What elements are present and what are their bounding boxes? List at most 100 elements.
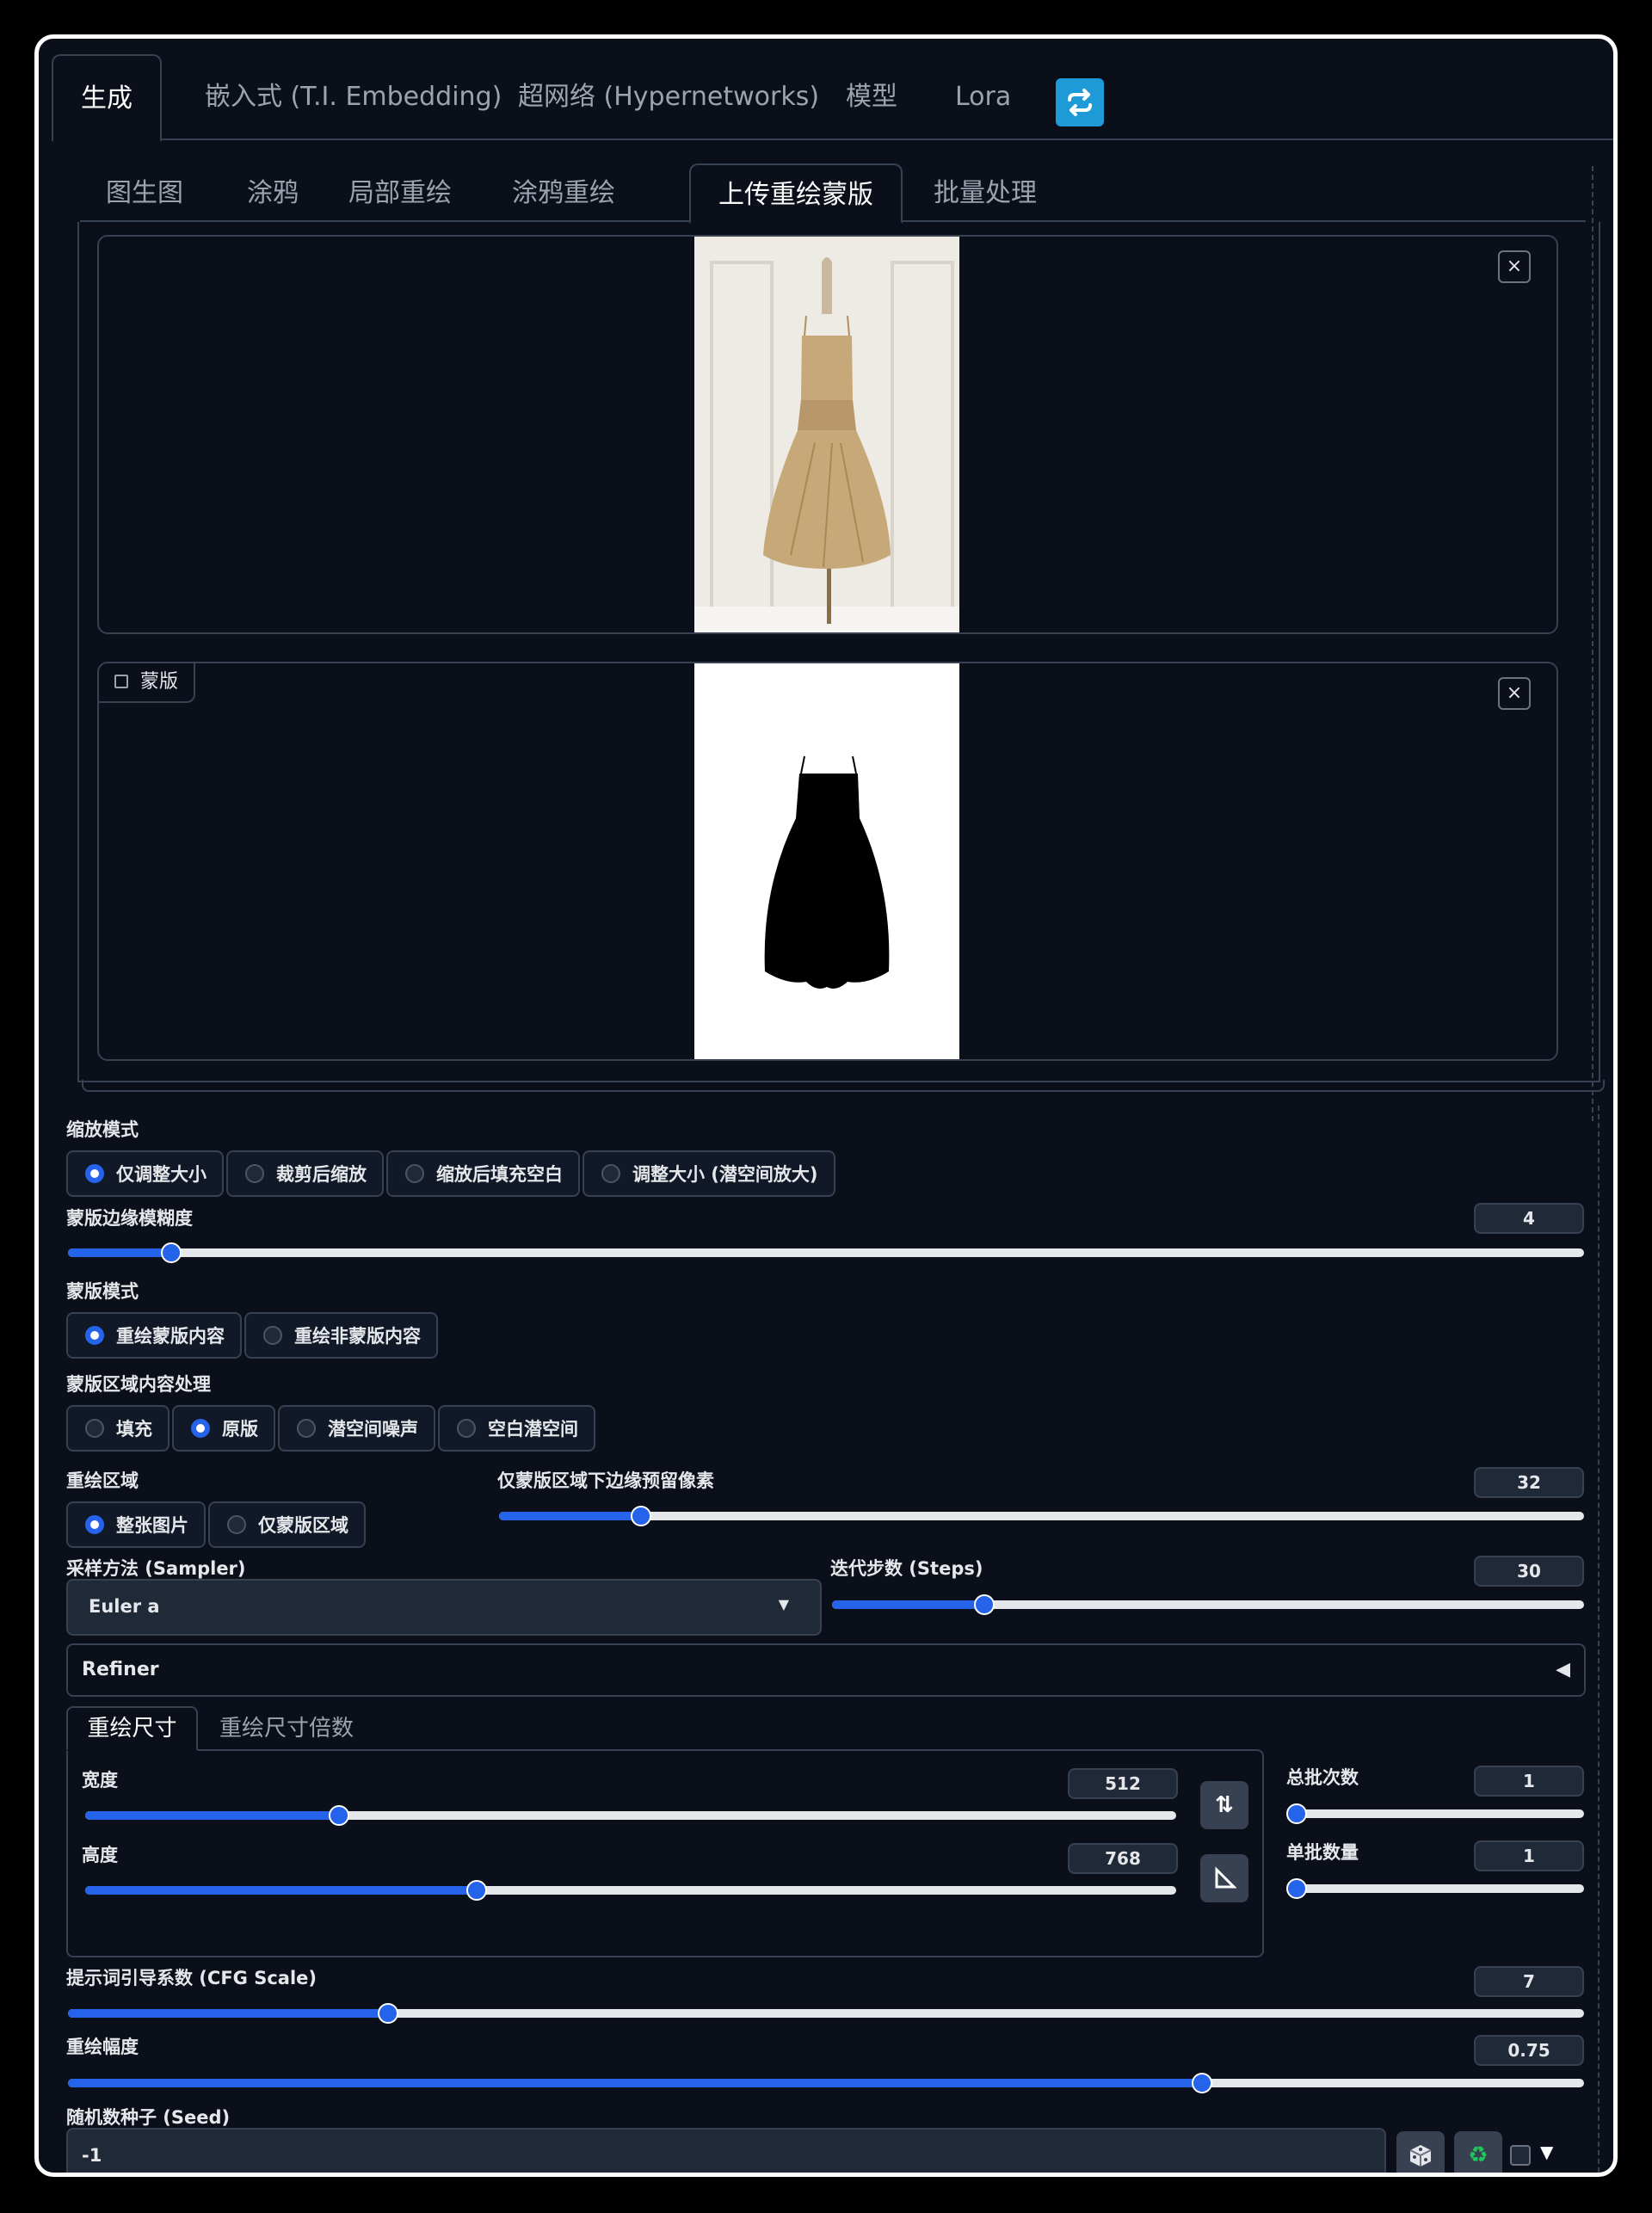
random-seed-button[interactable] — [1396, 2131, 1445, 2173]
slider-thumb[interactable] — [160, 1242, 182, 1263]
mask-mode-option[interactable]: 重绘蒙版内容 — [66, 1312, 242, 1359]
seed-input[interactable]: -1 — [66, 2128, 1386, 2173]
height-label: 高度 — [82, 1845, 118, 1865]
radio-icon — [457, 1419, 476, 1438]
mask-label: 蒙版 — [99, 663, 196, 703]
padding-label: 仅蒙版区域下边缘预留像素 — [497, 1470, 714, 1491]
tab-resize-by[interactable]: 重绘尺寸倍数 — [219, 1708, 354, 1749]
extra-seed-checkbox[interactable] — [1510, 2145, 1531, 2166]
inpaint-area-group: 整张图片 仅蒙版区域 — [66, 1501, 368, 1548]
radio-icon — [227, 1515, 246, 1534]
close-icon[interactable]: × — [1498, 677, 1531, 710]
radio-selected-icon — [85, 1515, 104, 1534]
slider-thumb[interactable] — [1286, 1803, 1307, 1824]
tab-img2img[interactable]: 图生图 — [106, 163, 183, 224]
img2img-tab-bar: 图生图 涂鸦 局部重绘 涂鸦重绘 上传重绘蒙版 批量处理 — [80, 163, 1586, 224]
expand-triangle-icon[interactable]: ▼ — [1540, 2142, 1553, 2162]
column-divider — [1598, 1106, 1600, 2173]
batch-size-label: 单批数量 — [1286, 1842, 1359, 1863]
width-slider[interactable] — [85, 1805, 1176, 1826]
dice-icon — [1409, 2145, 1432, 2167]
resize-mode-group: 仅调整大小 裁剪后缩放 缩放后填充空白 调整大小 (潜空间放大) — [66, 1150, 838, 1197]
masked-content-option[interactable]: 空白潜空间 — [438, 1405, 595, 1452]
radio-selected-icon — [191, 1419, 210, 1438]
inpaint-area-option[interactable]: 整张图片 — [66, 1501, 206, 1548]
width-input[interactable]: 512 — [1068, 1768, 1178, 1799]
mask-mode-option[interactable]: 重绘非蒙版内容 — [244, 1312, 438, 1359]
padding-input[interactable]: 32 — [1474, 1467, 1584, 1498]
panel-bottom-edge — [82, 1080, 1605, 1092]
tab-sketch[interactable]: 涂鸦 — [247, 163, 299, 224]
cfg-scale-input[interactable]: 7 — [1474, 1966, 1584, 1997]
refiner-accordion[interactable]: Refiner ◀ — [66, 1643, 1586, 1697]
init-image-upload[interactable]: × — [97, 235, 1558, 634]
slider-thumb[interactable] — [377, 2003, 398, 2024]
recycle-icon: ♻ — [1468, 2142, 1489, 2168]
refresh-button[interactable] — [1056, 78, 1104, 126]
mask-blur-slider[interactable] — [68, 1242, 1584, 1263]
padding-slider[interactable] — [499, 1506, 1584, 1526]
main-tab-bar: 生成 嵌入式 (T.I. Embedding) 超网络 (Hypernetwor… — [52, 54, 1613, 142]
swap-dimensions-button[interactable]: ⇅ — [1200, 1781, 1248, 1829]
resize-mode-option[interactable]: 调整大小 (潜空间放大) — [583, 1150, 835, 1197]
masked-content-group: 填充 原版 潜空间噪声 空白潜空间 — [66, 1405, 598, 1452]
tab-lora[interactable]: Lora — [955, 54, 1011, 142]
steps-slider[interactable] — [832, 1594, 1584, 1615]
sampler-label: 采样方法 (Sampler) — [66, 1558, 246, 1579]
denoising-slider[interactable] — [68, 2073, 1584, 2093]
tab-inpaint-upload[interactable]: 上传重绘蒙版 — [689, 163, 903, 224]
tab-generate[interactable]: 生成 — [52, 54, 162, 142]
masked-content-option[interactable]: 潜空间噪声 — [278, 1405, 435, 1452]
masked-content-option[interactable]: 填充 — [66, 1405, 170, 1452]
close-icon[interactable]: × — [1498, 250, 1531, 283]
tab-models[interactable]: 模型 — [846, 54, 897, 142]
masked-content-option[interactable]: 原版 — [172, 1405, 275, 1452]
slider-thumb[interactable] — [974, 1594, 996, 1615]
steps-input[interactable]: 30 — [1474, 1556, 1584, 1587]
height-slider[interactable] — [85, 1880, 1176, 1901]
resize-mode-option[interactable]: 仅调整大小 — [66, 1150, 224, 1197]
swap-icon: ⇅ — [1215, 1792, 1234, 1818]
dress-mask — [694, 663, 959, 1059]
auto-size-button[interactable] — [1200, 1854, 1248, 1902]
seed-label: 随机数种子 (Seed) — [66, 2107, 231, 2128]
caret-down-icon: ▼ — [778, 1596, 789, 1612]
collapse-triangle-icon: ◀ — [1556, 1659, 1570, 1680]
resize-mode-option[interactable]: 缩放后填充空白 — [386, 1150, 580, 1197]
cfg-scale-slider[interactable] — [68, 2003, 1584, 2024]
mask-blur-input[interactable]: 4 — [1474, 1203, 1584, 1234]
batch-size-slider[interactable] — [1286, 1878, 1584, 1899]
denoising-input[interactable]: 0.75 — [1474, 2035, 1584, 2066]
tab-inpaint-sketch[interactable]: 涂鸦重绘 — [512, 163, 615, 224]
radio-icon — [297, 1419, 316, 1438]
inpaint-area-label: 重绘区域 — [66, 1470, 139, 1491]
ruler-triangle-icon — [1215, 1866, 1236, 1889]
mask-image-upload[interactable]: 蒙版 × — [97, 662, 1558, 1061]
sampler-dropdown[interactable]: Euler a ▼ — [66, 1579, 822, 1636]
radio-selected-icon — [85, 1326, 104, 1345]
slider-thumb[interactable] — [1286, 1878, 1307, 1899]
slider-thumb[interactable] — [631, 1506, 652, 1526]
seed-value: -1 — [82, 2145, 102, 2166]
radio-icon — [601, 1164, 620, 1183]
tab-resize-to[interactable]: 重绘尺寸 — [66, 1706, 198, 1751]
slider-thumb[interactable] — [1191, 2073, 1212, 2093]
tab-batch[interactable]: 批量处理 — [934, 163, 1037, 224]
app-window: 生成 嵌入式 (T.I. Embedding) 超网络 (Hypernetwor… — [34, 34, 1618, 2177]
radio-icon — [245, 1164, 264, 1183]
batch-count-input[interactable]: 1 — [1474, 1766, 1584, 1797]
batch-size-input[interactable]: 1 — [1474, 1840, 1584, 1871]
refiner-label: Refiner — [82, 1659, 159, 1680]
tab-embedding[interactable]: 嵌入式 (T.I. Embedding) — [205, 54, 502, 142]
resize-mode-option[interactable]: 裁剪后缩放 — [226, 1150, 384, 1197]
denoising-label: 重绘幅度 — [66, 2037, 139, 2057]
image-icon — [114, 675, 128, 688]
reuse-seed-button[interactable]: ♻ — [1454, 2131, 1502, 2173]
tab-inpaint[interactable]: 局部重绘 — [348, 163, 452, 224]
inpaint-area-option[interactable]: 仅蒙版区域 — [208, 1501, 366, 1548]
height-input[interactable]: 768 — [1068, 1843, 1178, 1874]
masked-content-label: 蒙版区域内容处理 — [66, 1374, 211, 1395]
tab-hypernetworks[interactable]: 超网络 (Hypernetworks) — [518, 54, 819, 142]
resize-mode-label: 缩放模式 — [66, 1119, 139, 1140]
batch-count-slider[interactable] — [1286, 1803, 1584, 1824]
